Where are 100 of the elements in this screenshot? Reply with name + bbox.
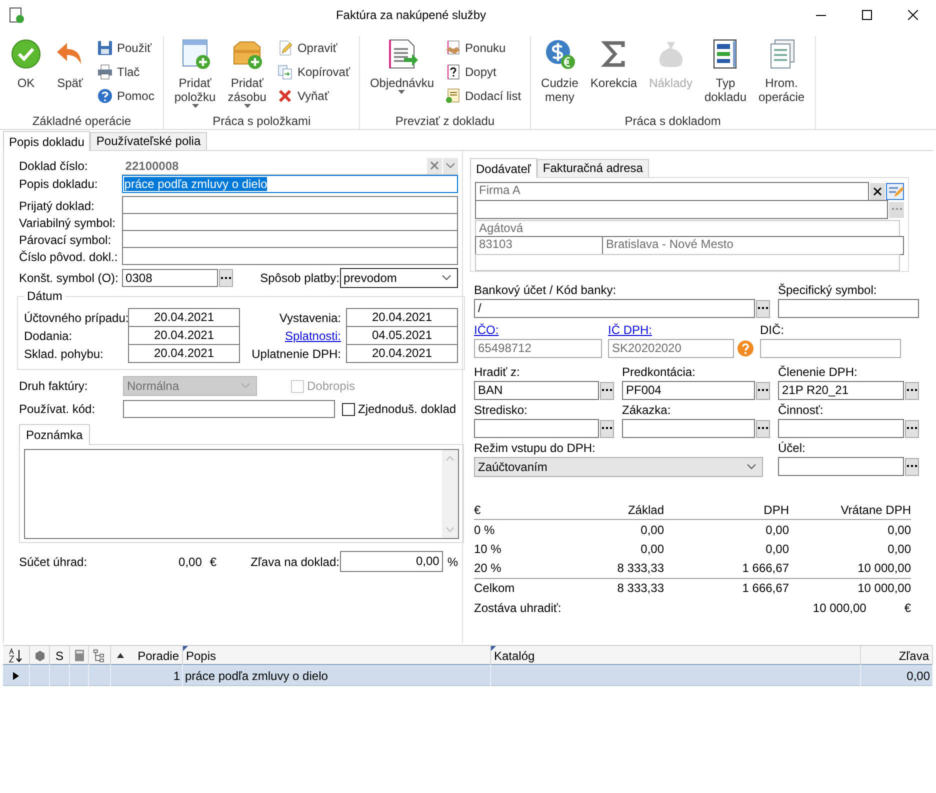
field-label: Dodania: bbox=[24, 328, 74, 345]
column-header[interactable]: Poradie bbox=[138, 648, 179, 662]
input-field[interactable] bbox=[778, 419, 904, 438]
browse-button[interactable] bbox=[600, 382, 614, 400]
ribbon-button[interactable]: Dodací list bbox=[442, 84, 524, 108]
vat-regime-dropdown[interactable]: Zaúčtovaním bbox=[474, 457, 763, 477]
ribbon-button[interactable]: Pridať zásobu bbox=[224, 36, 270, 108]
ribbon-button[interactable]: Tlač bbox=[94, 60, 158, 84]
handshake-document-icon bbox=[445, 40, 462, 56]
input-field[interactable]: práce podľa zmluvy o dielo bbox=[122, 175, 458, 193]
column-header[interactable]: Zľava bbox=[898, 648, 929, 662]
field-label: Vystavenia: bbox=[278, 310, 342, 327]
column-header[interactable]: Popis bbox=[186, 648, 216, 662]
document-number-field[interactable]: 22100008 bbox=[122, 157, 458, 175]
input-field[interactable] bbox=[760, 339, 901, 358]
ribbon-button[interactable]: Kopírovať bbox=[274, 60, 353, 84]
tab[interactable]: Poznámka bbox=[19, 424, 90, 445]
date-field[interactable]: 04.05.2021 bbox=[346, 326, 458, 345]
table-cell-text: 1 666,67 bbox=[741, 581, 789, 595]
input-field[interactable] bbox=[474, 419, 599, 438]
table-cell-text: 8 333,33 bbox=[616, 581, 664, 595]
browse-button[interactable] bbox=[756, 382, 770, 400]
link[interactable]: IČO: bbox=[474, 323, 499, 337]
checkbox[interactable] bbox=[342, 402, 355, 416]
ribbon-button[interactable]: Použiť bbox=[94, 36, 158, 60]
browse-button[interactable] bbox=[600, 420, 614, 438]
ribbon-button[interactable]: Korekcia bbox=[586, 36, 642, 90]
input-field[interactable]: BAN bbox=[474, 381, 599, 400]
ribbon-button[interactable]: Pomoc bbox=[94, 84, 158, 108]
input-field[interactable] bbox=[122, 196, 458, 214]
input-field[interactable]: 65498712 bbox=[474, 339, 602, 358]
field-label: Špecifický symbol: bbox=[778, 282, 878, 299]
tab[interactable]: Dodávateľ bbox=[470, 158, 537, 178]
input-field[interactable]: 83103 bbox=[475, 236, 603, 255]
date-field[interactable]: 20.04.2021 bbox=[128, 326, 240, 345]
input-field[interactable] bbox=[123, 400, 335, 418]
ellipsis-icon bbox=[221, 276, 232, 280]
currency-label: € bbox=[210, 554, 217, 568]
column-header: € bbox=[474, 503, 482, 517]
browse-button[interactable] bbox=[756, 300, 770, 318]
tab[interactable]: Používateľské polia bbox=[90, 132, 207, 150]
ribbon-group-label: Práca s dokladom bbox=[624, 113, 722, 128]
ribbon-button[interactable]: Typ dokladu bbox=[700, 36, 750, 104]
input-field[interactable]: 21P R20_21 bbox=[778, 381, 904, 400]
row-pointer-icon bbox=[12, 672, 20, 680]
cube-icon bbox=[34, 650, 46, 662]
currency-label: € bbox=[904, 601, 911, 615]
edit-form-icon[interactable] bbox=[886, 183, 904, 200]
input-field[interactable] bbox=[122, 213, 458, 231]
input-field[interactable] bbox=[778, 299, 919, 318]
date-field[interactable]: 20.04.2021 bbox=[128, 308, 240, 327]
input-field[interactable]: SK20202020 bbox=[608, 339, 734, 358]
date-field[interactable]: 20.04.2021 bbox=[346, 308, 458, 327]
input-field[interactable]: 0,00 bbox=[340, 551, 444, 572]
ribbon-button[interactable]: OK bbox=[6, 36, 46, 90]
payment-dropdown[interactable]: prevodom bbox=[340, 268, 458, 288]
ribbon-button[interactable]: Cudzie meny bbox=[537, 36, 582, 104]
column-header[interactable]: Katalóg bbox=[494, 648, 535, 662]
tab[interactable]: Popis dokladu bbox=[3, 131, 90, 151]
dropdown-button[interactable] bbox=[443, 158, 458, 174]
tab[interactable]: Fakturačná adresa bbox=[536, 159, 649, 177]
input-field[interactable] bbox=[622, 419, 755, 438]
link[interactable]: Splatnosti: bbox=[284, 329, 341, 343]
ribbon-button[interactable]: Späť bbox=[50, 36, 90, 90]
ribbon-button[interactable]: Opraviť bbox=[274, 36, 353, 60]
field-label: Činnosť: bbox=[778, 402, 824, 419]
help-icon[interactable] bbox=[737, 340, 754, 357]
close-icon bbox=[873, 187, 882, 196]
date-field[interactable]: 20.04.2021 bbox=[128, 344, 240, 363]
printer-icon bbox=[97, 64, 113, 80]
field-label: DIČ: bbox=[760, 322, 785, 339]
input-field[interactable]: Agátová bbox=[475, 220, 900, 237]
input-field[interactable] bbox=[122, 230, 458, 248]
browse-button[interactable] bbox=[905, 458, 919, 476]
table-cell-text: 0,00 bbox=[886, 542, 911, 556]
ribbon-button[interactable]: Hrom. operácie bbox=[754, 36, 809, 104]
ribbon-button[interactable]: Ponuku bbox=[442, 36, 524, 60]
browse-button[interactable] bbox=[905, 420, 919, 438]
input-field[interactable]: Firma A bbox=[475, 182, 869, 201]
link[interactable]: IČ DPH: bbox=[608, 323, 652, 337]
ribbon-button[interactable]: Pridať položku bbox=[170, 36, 220, 108]
table-row[interactable]: 1 práce podľa zmluvy o dielo 0,00 bbox=[3, 665, 933, 686]
ribbon-button[interactable]: Vyňať bbox=[274, 84, 353, 108]
input-field[interactable]: PF004 bbox=[622, 381, 755, 400]
app-icon bbox=[8, 7, 24, 23]
input-field[interactable]: Bratislava - Nové Mesto bbox=[602, 236, 904, 255]
date-field[interactable]: 20.04.2021 bbox=[346, 344, 458, 363]
browse-button[interactable] bbox=[905, 382, 919, 400]
browse-button[interactable] bbox=[219, 269, 234, 287]
clear-button[interactable] bbox=[870, 183, 885, 200]
input-field[interactable]: / bbox=[474, 299, 755, 318]
column-header: Základ bbox=[626, 503, 664, 517]
input-field[interactable] bbox=[122, 247, 458, 265]
ribbon-button[interactable]: Objednávku bbox=[366, 36, 438, 94]
input-field[interactable]: 0308 bbox=[122, 269, 218, 287]
ribbon-button[interactable]: Dopyt bbox=[442, 60, 524, 84]
input-field[interactable] bbox=[778, 457, 904, 476]
input-field[interactable] bbox=[475, 254, 900, 271]
browse-button[interactable] bbox=[756, 420, 770, 438]
input-field[interactable] bbox=[475, 200, 888, 219]
